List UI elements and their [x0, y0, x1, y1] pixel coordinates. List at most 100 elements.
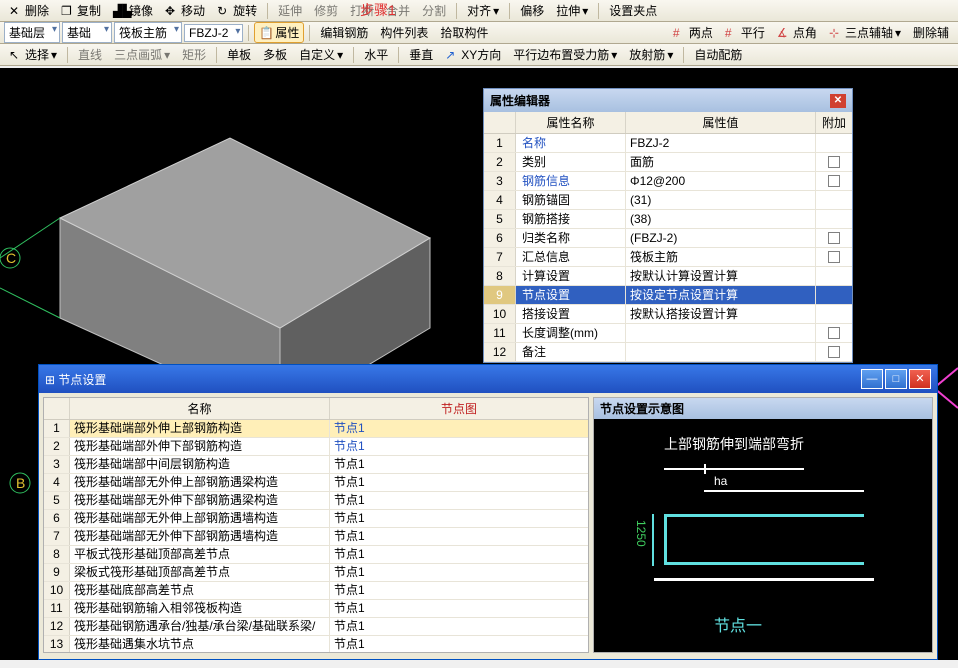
checkbox[interactable]	[828, 346, 840, 358]
copy-icon: ❐	[61, 4, 75, 18]
property-editor-header: 属性名称 属性值 附加	[484, 112, 852, 134]
preview-bottom-label: 节点一	[714, 612, 762, 636]
single-panel-button[interactable]: 单板	[222, 44, 256, 65]
rect-button[interactable]: 矩形	[177, 44, 211, 65]
node-row-7[interactable]: 7筏形基础端部无外伸下部钢筋遇墙构造节点1	[44, 528, 588, 546]
checkbox[interactable]	[828, 156, 840, 168]
node-row-13[interactable]: 13筏形基础遇集水坑节点节点1	[44, 636, 588, 653]
node-row-2[interactable]: 2筏形基础端部外伸下部钢筋构造节点1	[44, 438, 588, 456]
prop-row-5[interactable]: 5钢筋搭接(38)	[484, 210, 852, 229]
line-button[interactable]: 直线	[73, 44, 107, 65]
prop-row-3[interactable]: 3钢筋信息Φ12@200	[484, 172, 852, 191]
svg-text:C: C	[6, 250, 16, 266]
prop-row-11[interactable]: 11长度调整(mm)	[484, 324, 852, 343]
stretch-button[interactable]: 拉伸▾	[551, 0, 593, 21]
horizontal-button[interactable]: 水平	[359, 44, 393, 65]
copy-button[interactable]: ❐复制	[56, 0, 106, 21]
node-col-img: 节点图	[330, 398, 588, 419]
delete-aux-button[interactable]: 删除辅	[908, 22, 954, 43]
element-dropdown[interactable]: FBZJ-2	[184, 24, 243, 42]
node-row-5[interactable]: 5筏形基础端部无外伸下部钢筋遇梁构造节点1	[44, 492, 588, 510]
move-button[interactable]: ✥移动	[160, 0, 210, 21]
cursor-icon: ↖	[9, 48, 23, 62]
grip-button[interactable]: 设置夹点	[604, 0, 662, 21]
vertical-button[interactable]: 垂直	[404, 44, 438, 65]
extend-button[interactable]: 延伸	[273, 0, 307, 21]
three-point-aux-button[interactable]: ⊹三点辅轴▾	[824, 22, 906, 43]
category-dropdown[interactable]: 基础	[62, 22, 112, 43]
preview-title: 节点设置示意图	[594, 398, 932, 419]
split-button[interactable]: 分割	[417, 0, 451, 21]
two-point-button[interactable]: #两点	[668, 22, 718, 43]
angle-icon: ∡	[777, 26, 791, 40]
node-row-6[interactable]: 6筏形基础端部无外伸上部钢筋遇墙构造节点1	[44, 510, 588, 528]
node-row-9[interactable]: 9梁板式筏形基础顶部高差节点节点1	[44, 564, 588, 582]
toolbar-edit: ✕删除 ❐复制 ▟▙镜像 ✥移动 ↻旋转 延伸 修剪 打断 合并 分割 对齐▾ …	[0, 0, 958, 22]
align-button[interactable]: 对齐▾	[462, 0, 504, 21]
prop-row-2[interactable]: 2类别面筋	[484, 153, 852, 172]
node-col-name: 名称	[70, 398, 330, 419]
merge-button[interactable]: 合并	[381, 0, 415, 21]
mirror-icon: ▟▙	[113, 4, 127, 18]
prop-row-1[interactable]: 1名称FBZJ-2	[484, 134, 852, 153]
checkbox[interactable]	[828, 251, 840, 263]
parallel-button[interactable]: #平行	[720, 22, 770, 43]
prop-row-8[interactable]: 8计算设置按默认计算设置计算	[484, 267, 852, 286]
layer-dropdown[interactable]: 基础层	[4, 22, 60, 43]
custom-button[interactable]: 自定义▾	[294, 44, 348, 65]
node-row-4[interactable]: 4筏形基础端部无外伸上部钢筋遇梁构造节点1	[44, 474, 588, 492]
maximize-button[interactable]: □	[885, 369, 907, 389]
property-editor-close-button[interactable]: ✕	[830, 94, 846, 108]
grid-icon: #	[673, 26, 687, 40]
prop-row-10[interactable]: 10搭接设置按默认搭接设置计算	[484, 305, 852, 324]
radial-rebar-button[interactable]: 放射筋▾	[624, 44, 678, 65]
prop-row-6[interactable]: 6归类名称(FBZJ-2)	[484, 229, 852, 248]
prop-col-name: 属性名称	[516, 112, 626, 133]
checkbox[interactable]	[828, 175, 840, 187]
prop-row-12[interactable]: 12备注	[484, 343, 852, 362]
node-row-11[interactable]: 11筏形基础钢筋输入相邻筏板构造节点1	[44, 600, 588, 618]
node-dialog-titlebar[interactable]: ⊞ 节点设置 — □ ✕	[39, 365, 937, 393]
property-editor-title: 属性编辑器	[490, 92, 550, 109]
delete-button[interactable]: ✕删除	[4, 0, 54, 21]
subcat-dropdown[interactable]: 筏板主筋	[114, 22, 182, 43]
trim-button[interactable]: 修剪	[309, 0, 343, 21]
xy-direction-button[interactable]: ↗XY方向	[440, 44, 506, 65]
preview-dim: 1250	[634, 520, 648, 547]
prop-row-9[interactable]: 9节点设置按设定节点设置计算	[484, 286, 852, 305]
checkbox[interactable]	[828, 327, 840, 339]
property-editor-titlebar[interactable]: 属性编辑器 ✕	[484, 89, 852, 112]
rotate-button[interactable]: ↻旋转	[212, 0, 262, 21]
prop-col-att: 附加	[816, 112, 852, 133]
prop-row-7[interactable]: 7汇总信息筏板主筋	[484, 248, 852, 267]
properties-button[interactable]: 📋属性	[254, 22, 304, 43]
component-list-button[interactable]: 构件列表	[375, 22, 433, 43]
point-angle-button[interactable]: ∡点角	[772, 22, 822, 43]
break-button[interactable]: 打断	[345, 0, 379, 21]
node-row-8[interactable]: 8平板式筏形基础顶部高差节点节点1	[44, 546, 588, 564]
pick-component-button[interactable]: 拾取构件	[435, 22, 493, 43]
toolbar-layer: 基础层 基础 筏板主筋 FBZJ-2 📋属性 编辑钢筋 构件列表 拾取构件 #两…	[0, 22, 958, 44]
select-button[interactable]: ↖选择▾	[4, 44, 62, 65]
parallel-edge-button[interactable]: 平行边布置受力筋▾	[508, 44, 622, 65]
checkbox[interactable]	[828, 232, 840, 244]
multi-panel-button[interactable]: 多板	[258, 44, 292, 65]
auto-rebar-button[interactable]: 自动配筋	[689, 44, 747, 65]
prop-row-4[interactable]: 4钢筋锚固(31)	[484, 191, 852, 210]
preview-ha: ha	[714, 474, 727, 488]
node-row-3[interactable]: 3筏形基础端部中间层钢筋构造节点1	[44, 456, 588, 474]
rotate-icon: ↻	[217, 4, 231, 18]
minimize-button[interactable]: —	[861, 369, 883, 389]
edit-rebar-button[interactable]: 编辑钢筋	[315, 22, 373, 43]
node-row-10[interactable]: 10筏形基础底部高差节点节点1	[44, 582, 588, 600]
node-dialog-icon: ⊞	[45, 373, 55, 387]
node-preview-panel: 节点设置示意图 上部钢筋伸到端部弯折 ha 1250 节点一	[593, 397, 933, 653]
mirror-button[interactable]: ▟▙镜像	[108, 0, 158, 21]
node-row-12[interactable]: 12筏形基础钢筋遇承台/独基/承台梁/基础联系梁/节点1	[44, 618, 588, 636]
arc-button[interactable]: 三点画弧▾	[109, 44, 175, 65]
offset-button[interactable]: 偏移	[515, 0, 549, 21]
axis-icon: ↗	[445, 48, 459, 62]
node-settings-dialog: ⊞ 节点设置 — □ ✕ 名称 节点图 1筏形基础端部外伸上部钢筋构造节点12筏…	[38, 364, 938, 660]
close-button[interactable]: ✕	[909, 369, 931, 389]
node-row-1[interactable]: 1筏形基础端部外伸上部钢筋构造节点1	[44, 420, 588, 438]
